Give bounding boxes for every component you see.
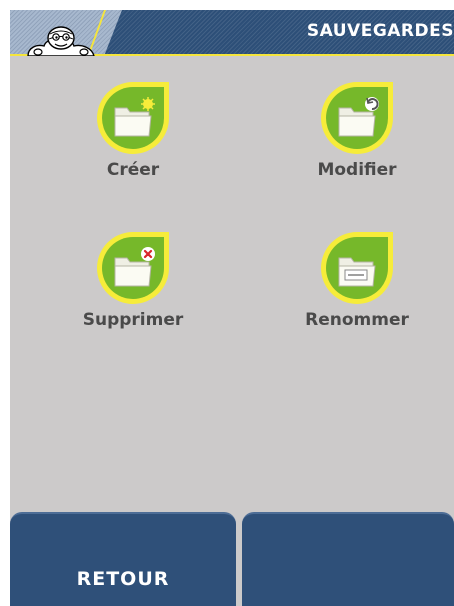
action-rename[interactable]: Renommer (282, 228, 432, 330)
back-button[interactable]: RETOUR (10, 512, 236, 606)
action-create-label: Créer (106, 160, 160, 180)
action-delete-label: Supprimer (82, 310, 184, 330)
action-modify[interactable]: Modifier (282, 78, 432, 180)
folder-modify-icon (321, 82, 393, 154)
action-create[interactable]: Créer (58, 78, 208, 180)
action-modify-label: Modifier (317, 160, 397, 180)
actions-panel: Créer Modifier Supprimer Renommer (10, 56, 454, 510)
header-bar: SAUVEGARDES (10, 10, 454, 56)
michelin-man-logo (27, 26, 95, 56)
action-delete[interactable]: Supprimer (58, 228, 208, 330)
folder-create-icon (97, 82, 169, 154)
screen: SAUVEGARDES Créer Modifier Supprimer Ren… (0, 0, 454, 606)
secondary-button[interactable] (242, 512, 454, 606)
page-title: SAUVEGARDES (306, 21, 454, 41)
footer-bar: RETOUR (10, 510, 454, 606)
folder-rename-icon (321, 232, 393, 304)
action-rename-label: Renommer (305, 310, 409, 330)
folder-delete-icon (97, 232, 169, 304)
back-button-label: RETOUR (76, 568, 170, 590)
